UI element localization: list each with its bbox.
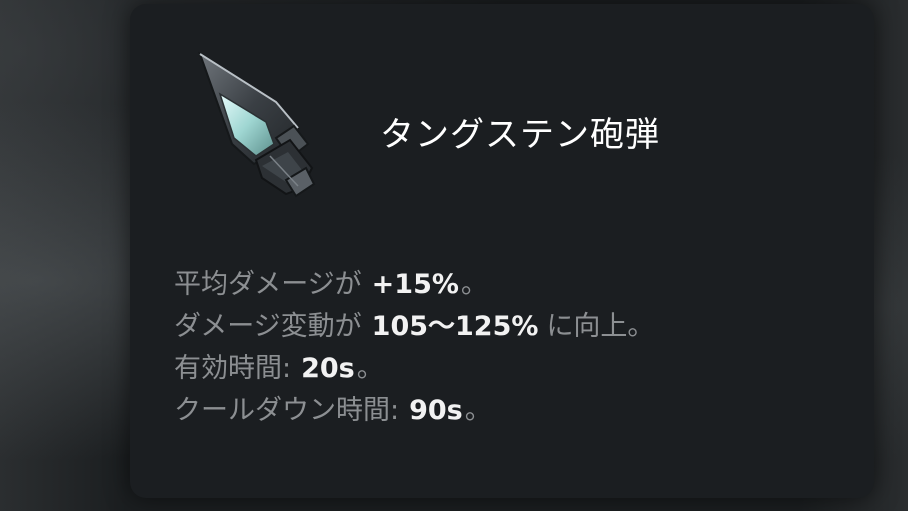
stat-damage-range: ダメージ変動が 105〜125% に向上。 <box>174 306 654 348</box>
stat-suffix: 。 <box>464 395 492 426</box>
tungsten-shell-icon <box>190 48 320 208</box>
item-tooltip-panel: タングステン砲弾 平均ダメージが +15%。 ダメージ変動が 105〜125% に向上… <box>130 4 874 498</box>
stat-avg-damage: 平均ダメージが +15%。 <box>174 264 654 306</box>
stat-label: 平均ダメージが <box>174 269 362 300</box>
item-stats: 平均ダメージが +15%。 ダメージ変動が 105〜125% に向上。 有効時間: 20… <box>174 264 654 432</box>
stat-label: 有効時間: <box>174 353 292 384</box>
stat-value: 105〜125% <box>371 311 539 342</box>
stat-suffix: 。 <box>356 353 384 384</box>
stat-suffix: 。 <box>460 269 488 300</box>
stat-duration: 有効時間: 20s。 <box>174 348 654 390</box>
stat-value: 20s <box>301 353 355 384</box>
stat-label: クールダウン時間: <box>174 395 400 426</box>
stat-cooldown: クールダウン時間: 90s。 <box>174 390 654 432</box>
stat-suffix: に向上。 <box>546 311 655 342</box>
stat-value: 90s <box>409 395 463 426</box>
stat-value: +15% <box>371 269 459 300</box>
item-name: タングステン砲弾 <box>380 115 660 155</box>
stat-label: ダメージ変動が <box>174 311 362 342</box>
